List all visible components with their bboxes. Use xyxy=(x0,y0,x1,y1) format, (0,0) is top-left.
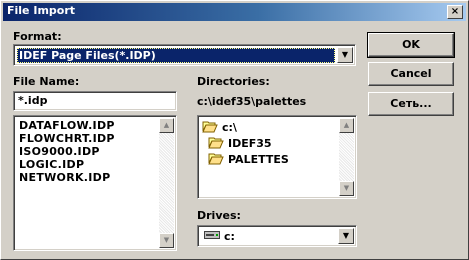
arrow-down-icon: ▼ xyxy=(343,184,350,192)
drive-selected-value: c: xyxy=(224,230,235,243)
arrow-down-icon: ▼ xyxy=(163,236,170,244)
directory-item-label: IDEF35 xyxy=(228,137,272,150)
cancel-button[interactable]: Cancel xyxy=(368,62,454,86)
current-directory-path: c:\idef35\palettes xyxy=(197,95,307,108)
file-list-scrollbar[interactable]: ▲ ▼ xyxy=(159,118,174,248)
directories-label: Directories: xyxy=(197,75,270,88)
directory-item[interactable]: IDEF35 xyxy=(208,136,272,150)
drive-icon xyxy=(204,230,220,243)
file-name-value: *.idp xyxy=(18,94,48,107)
drives-combobox[interactable]: c: ▼ xyxy=(197,225,357,247)
scroll-down-button[interactable]: ▼ xyxy=(159,233,174,248)
file-list-item[interactable]: LOGIC.IDP xyxy=(19,158,84,171)
title-bar[interactable]: File Import × xyxy=(3,3,466,21)
file-list-item[interactable]: ISO9000.IDP xyxy=(19,145,100,158)
directory-item-selected[interactable]: PALETTES xyxy=(208,152,289,166)
file-list-item[interactable]: FLOWCHRT.IDP xyxy=(19,132,115,145)
directory-tree[interactable]: c:\ IDEF35 PALETTES ▲ ▼ xyxy=(197,115,357,199)
scroll-up-button[interactable]: ▲ xyxy=(159,118,174,133)
directory-item[interactable]: c:\ xyxy=(202,120,237,134)
arrow-up-icon: ▲ xyxy=(343,121,350,129)
open-folder-icon xyxy=(208,153,224,165)
file-name-input[interactable]: *.idp xyxy=(13,91,177,111)
close-button[interactable]: × xyxy=(447,5,463,19)
format-label: Format: xyxy=(13,30,62,43)
file-import-dialog: File Import × Format: IDEF Page Files(*.… xyxy=(0,0,469,260)
file-list-item[interactable]: NETWORK.IDP xyxy=(19,171,110,184)
open-folder-icon xyxy=(208,137,224,149)
close-icon: × xyxy=(450,6,460,17)
network-button[interactable]: Сеть... xyxy=(368,92,454,116)
directory-item-label: c:\ xyxy=(222,121,237,134)
file-list[interactable]: DATAFLOW.IDP FLOWCHRT.IDP ISO9000.IDP LO… xyxy=(13,115,177,251)
directory-item-label: PALETTES xyxy=(228,153,289,166)
chevron-down-icon: ▼ xyxy=(341,50,349,59)
format-selected-value: IDEF Page Files(*.IDP) xyxy=(17,48,335,63)
format-combobox[interactable]: IDEF Page Files(*.IDP) ▼ xyxy=(13,44,356,66)
scroll-down-button[interactable]: ▼ xyxy=(339,181,354,196)
file-list-item[interactable]: DATAFLOW.IDP xyxy=(19,119,115,132)
format-dropdown-button[interactable]: ▼ xyxy=(337,47,353,63)
chevron-down-icon: ▼ xyxy=(342,231,350,240)
arrow-up-icon: ▲ xyxy=(163,121,170,129)
window-title: File Import xyxy=(7,4,76,17)
file-name-label: File Name: xyxy=(13,75,80,88)
open-folder-icon xyxy=(202,121,218,133)
scroll-up-button[interactable]: ▲ xyxy=(339,118,354,133)
drives-label: Drives: xyxy=(197,209,241,222)
drives-dropdown-button[interactable]: ▼ xyxy=(338,228,354,244)
directory-scrollbar[interactable]: ▲ ▼ xyxy=(339,118,354,196)
ok-button[interactable]: OK xyxy=(367,32,455,58)
